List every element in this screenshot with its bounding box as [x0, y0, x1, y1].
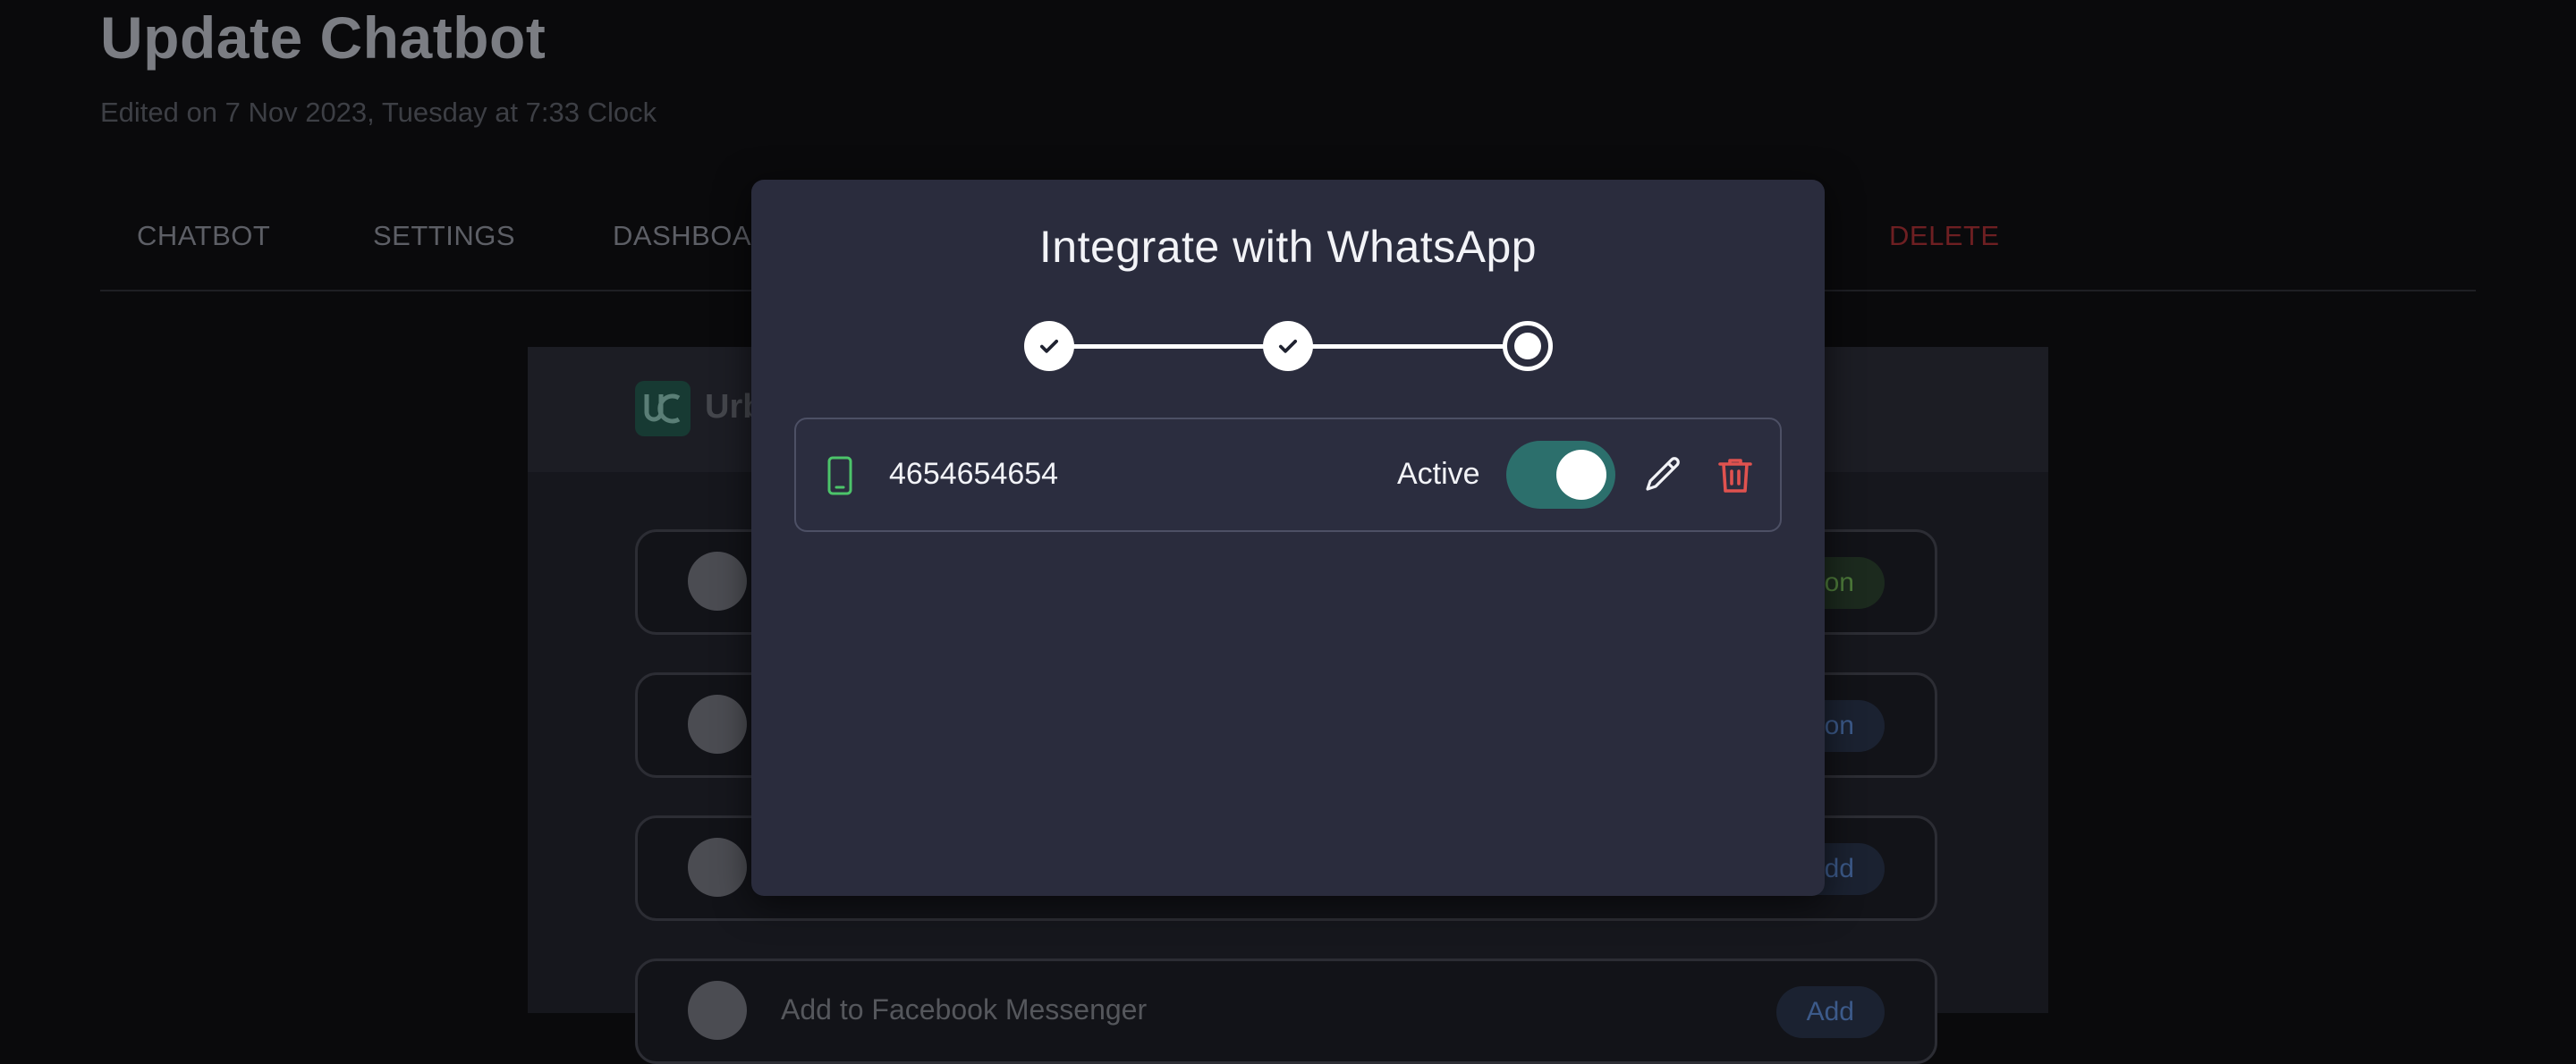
shopify-icon: [688, 695, 747, 754]
whatsapp-number-card: 4654654654 Active: [794, 418, 1782, 532]
pencil-icon: [1646, 457, 1680, 491]
tab-dashboard[interactable]: DASHBOA: [613, 220, 751, 252]
page-title: Update Chatbot: [100, 4, 547, 71]
step-3-current: [1503, 321, 1553, 371]
step-1-complete: [1024, 321, 1074, 371]
whatsapp-integration-modal: Integrate with WhatsApp 4654654654 Activ…: [751, 180, 1825, 896]
step-connector: [1072, 344, 1268, 349]
trash-icon: [1718, 459, 1752, 493]
stepper: [751, 319, 1825, 373]
tab-settings[interactable]: SETTINGS: [373, 220, 515, 252]
modal-title: Integrate with WhatsApp: [1038, 222, 1538, 272]
smartphone-icon: [827, 456, 852, 495]
brand-logo-icon: [635, 381, 691, 436]
radio-icon: [1514, 333, 1541, 359]
step-2-complete: [1263, 321, 1313, 371]
check-icon: [1278, 339, 1298, 353]
phone-number: 4654654654: [889, 457, 1059, 491]
tab-chatbot[interactable]: CHATBOT: [137, 220, 270, 252]
integration-row-messenger: Add to Facebook Messenger Add: [635, 958, 1937, 1064]
check-icon: [1039, 339, 1059, 353]
edit-button[interactable]: [1642, 453, 1685, 501]
whatsapp-icon: [688, 838, 747, 897]
active-toggle[interactable]: [1506, 441, 1615, 509]
messenger-icon: [688, 981, 747, 1040]
tab-delete[interactable]: DELETE: [1889, 220, 2000, 252]
status-label: Active: [1397, 457, 1480, 491]
toggle-knob: [1556, 450, 1606, 500]
integration-label: Add to Facebook Messenger: [781, 993, 1148, 1026]
wordpress-icon: [688, 552, 747, 611]
page-subtitle: Edited on 7 Nov 2023, Tuesday at 7:33 Cl…: [100, 97, 657, 128]
delete-button[interactable]: [1714, 453, 1757, 501]
step-connector: [1311, 344, 1508, 349]
integration-button-messenger[interactable]: Add: [1775, 986, 1885, 1038]
